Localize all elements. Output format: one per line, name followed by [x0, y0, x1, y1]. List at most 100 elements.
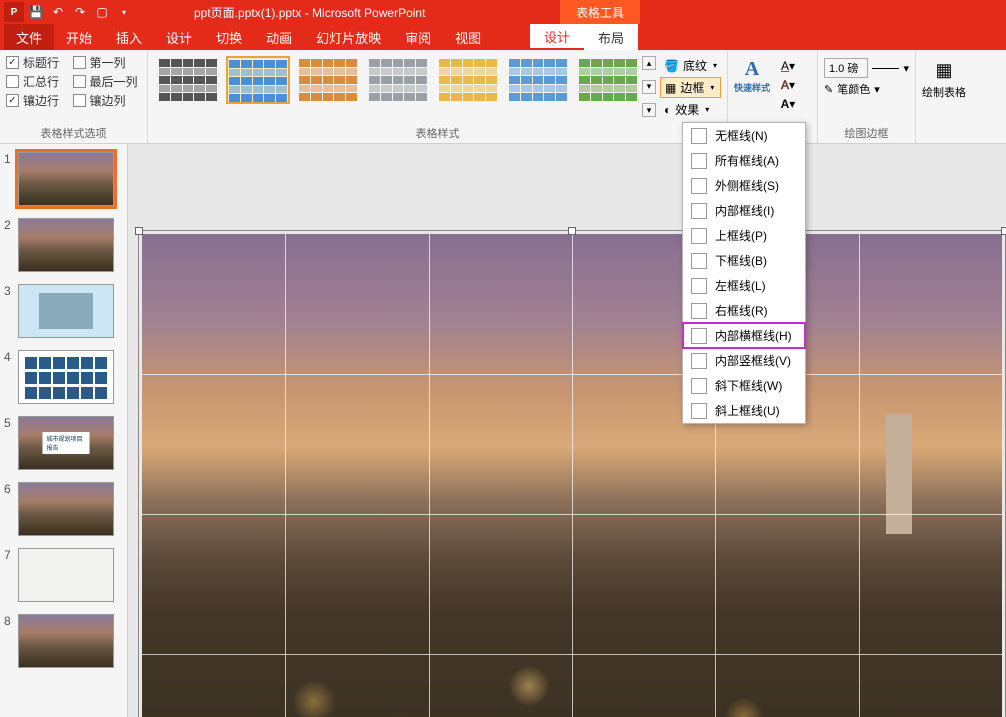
border-option-1[interactable]: 所有框线(A): [683, 148, 805, 173]
border-variant-icon: [691, 403, 707, 419]
gallery-scroll: ▴ ▾ ▾: [642, 54, 658, 119]
table-style-2[interactable]: [296, 56, 360, 104]
border-option-4[interactable]: 上框线(P): [683, 223, 805, 248]
qat-more-icon[interactable]: ▾: [114, 2, 134, 22]
border-variant-icon: [691, 278, 707, 294]
slide-thumb-6[interactable]: [18, 482, 114, 536]
border-option-7[interactable]: 右框线(R): [683, 298, 805, 323]
text-fill-button[interactable]: A▾: [774, 58, 802, 74]
group-draw-borders: 1.0 磅▾ ✎笔颜色▾ 绘图边框: [818, 50, 916, 143]
redo-icon[interactable]: ↷: [70, 2, 90, 22]
tab-view[interactable]: 视图: [443, 24, 493, 50]
borders-button[interactable]: ▦边框▾: [660, 77, 721, 98]
border-option-0[interactable]: 无框线(N): [683, 123, 805, 148]
border-variant-icon: [691, 303, 707, 319]
slide-edit-area[interactable]: [128, 144, 1006, 717]
check-banded-col[interactable]: 镶边列: [73, 92, 142, 109]
slideshow-icon[interactable]: ▢: [92, 2, 112, 22]
gallery-up-icon[interactable]: ▴: [642, 56, 656, 70]
check-header-row[interactable]: ✓标题行: [6, 54, 63, 71]
border-option-2[interactable]: 外侧框线(S): [683, 173, 805, 198]
border-option-6[interactable]: 左框线(L): [683, 273, 805, 298]
tab-insert[interactable]: 插入: [104, 24, 154, 50]
check-last-col[interactable]: 最后一列: [73, 73, 142, 90]
group-draw-table: ▦ 绘制表格: [916, 50, 970, 143]
pen-color-button[interactable]: ✎笔颜色▾: [824, 81, 909, 97]
tab-file[interactable]: 文件: [4, 24, 54, 50]
slide-thumb-1[interactable]: [18, 152, 114, 206]
table-style-0[interactable]: [156, 56, 220, 104]
group-label-styles: 表格样式: [154, 123, 721, 141]
context-tools-label: 表格工具: [560, 0, 640, 24]
gallery-down-icon[interactable]: ▾: [642, 80, 656, 94]
table-on-slide[interactable]: [142, 234, 1002, 717]
title-bar: P 💾 ↶ ↷ ▢ ▾ ppt页面.pptx(1).pptx - Microso…: [0, 0, 1006, 24]
border-variant-icon: [691, 328, 707, 344]
draw-table-icon: ▦: [935, 60, 952, 81]
context-tab-design[interactable]: 设计: [530, 24, 584, 50]
tab-animations[interactable]: 动画: [254, 24, 304, 50]
slide-thumb-7[interactable]: [18, 548, 114, 602]
table-style-5[interactable]: [506, 56, 570, 104]
ribbon: ✓标题行 第一列 汇总行 最后一列 ✓镶边行 镶边列 表格样式选项 ▴ ▾ ▾ …: [0, 50, 1006, 144]
save-icon[interactable]: 💾: [26, 2, 46, 22]
window-title: ppt页面.pptx(1).pptx - Microsoft PowerPoin…: [194, 4, 425, 21]
context-tabs: 设计 布局: [530, 24, 638, 50]
tab-transitions[interactable]: 切换: [204, 24, 254, 50]
ribbon-tabs: 文件 开始 插入 设计 切换 动画 幻灯片放映 审阅 视图: [0, 24, 1006, 50]
tab-home[interactable]: 开始: [54, 24, 104, 50]
app-icon: P: [4, 2, 24, 22]
slide-thumb-4[interactable]: [18, 350, 114, 404]
group-label-tso: 表格样式选项: [6, 123, 141, 141]
workspace: 12345城市规划项目报告678: [0, 144, 1006, 717]
group-table-style-options: ✓标题行 第一列 汇总行 最后一列 ✓镶边行 镶边列 表格样式选项: [0, 50, 148, 143]
border-variant-icon: [691, 228, 707, 244]
border-variant-icon: [691, 378, 707, 394]
text-outline-button[interactable]: A▾: [774, 77, 802, 93]
effects-button[interactable]: ◐效果▾: [660, 100, 721, 119]
border-variant-icon: [691, 153, 707, 169]
border-variant-icon: [691, 353, 707, 369]
tab-review[interactable]: 审阅: [393, 24, 443, 50]
check-first-col[interactable]: 第一列: [73, 54, 142, 71]
border-option-10[interactable]: 斜下框线(W): [683, 373, 805, 398]
border-variant-icon: [691, 128, 707, 144]
slide-thumb-5[interactable]: 城市规划项目报告: [18, 416, 114, 470]
check-total-row[interactable]: 汇总行: [6, 73, 63, 90]
bucket-icon: 🪣: [664, 59, 679, 73]
table-style-1[interactable]: [226, 56, 290, 104]
slide-thumb-2[interactable]: [18, 218, 114, 272]
table-style-6[interactable]: [576, 56, 640, 104]
undo-icon[interactable]: ↶: [48, 2, 68, 22]
border-option-5[interactable]: 下框线(B): [683, 248, 805, 273]
text-effects-button[interactable]: A▾: [774, 96, 802, 112]
table-style-4[interactable]: [436, 56, 500, 104]
context-tab-layout[interactable]: 布局: [584, 24, 638, 50]
border-option-8[interactable]: 内部横框线(H): [683, 323, 805, 348]
border-variant-icon: [691, 253, 707, 269]
pen-icon: ✎: [824, 83, 833, 96]
draw-table-button[interactable]: ▦ 绘制表格: [922, 54, 966, 100]
slide-thumb-3[interactable]: [18, 284, 114, 338]
group-label-pen: 绘图边框: [824, 123, 909, 141]
group-table-styles: ▴ ▾ ▾ 🪣底纹▾ ▦边框▾ ◐效果▾ 表格样式: [148, 50, 728, 143]
effects-icon: ◐: [664, 103, 671, 117]
border-option-11[interactable]: 斜上框线(U): [683, 398, 805, 423]
tab-design[interactable]: 设计: [154, 24, 204, 50]
table-style-3[interactable]: [366, 56, 430, 104]
slide-thumbnails-panel[interactable]: 12345城市规划项目报告678: [0, 144, 128, 717]
gallery-more-icon[interactable]: ▾: [642, 103, 656, 117]
shading-button[interactable]: 🪣底纹▾: [660, 56, 721, 75]
pen-weight-select[interactable]: 1.0 磅▾: [824, 58, 909, 78]
border-variant-icon: [691, 178, 707, 194]
slide-thumb-8[interactable]: [18, 614, 114, 668]
border-option-9[interactable]: 内部竖框线(V): [683, 348, 805, 373]
tab-slideshow[interactable]: 幻灯片放映: [304, 24, 393, 50]
check-banded-row[interactable]: ✓镶边行: [6, 92, 63, 109]
border-icon: ▦: [665, 81, 676, 95]
wordart-quick-styles[interactable]: A快速样式: [734, 58, 770, 100]
border-variant-icon: [691, 203, 707, 219]
table-style-gallery: [154, 54, 642, 119]
border-option-3[interactable]: 内部框线(I): [683, 198, 805, 223]
borders-dropdown-menu: 无框线(N)所有框线(A)外侧框线(S)内部框线(I)上框线(P)下框线(B)左…: [682, 122, 806, 424]
